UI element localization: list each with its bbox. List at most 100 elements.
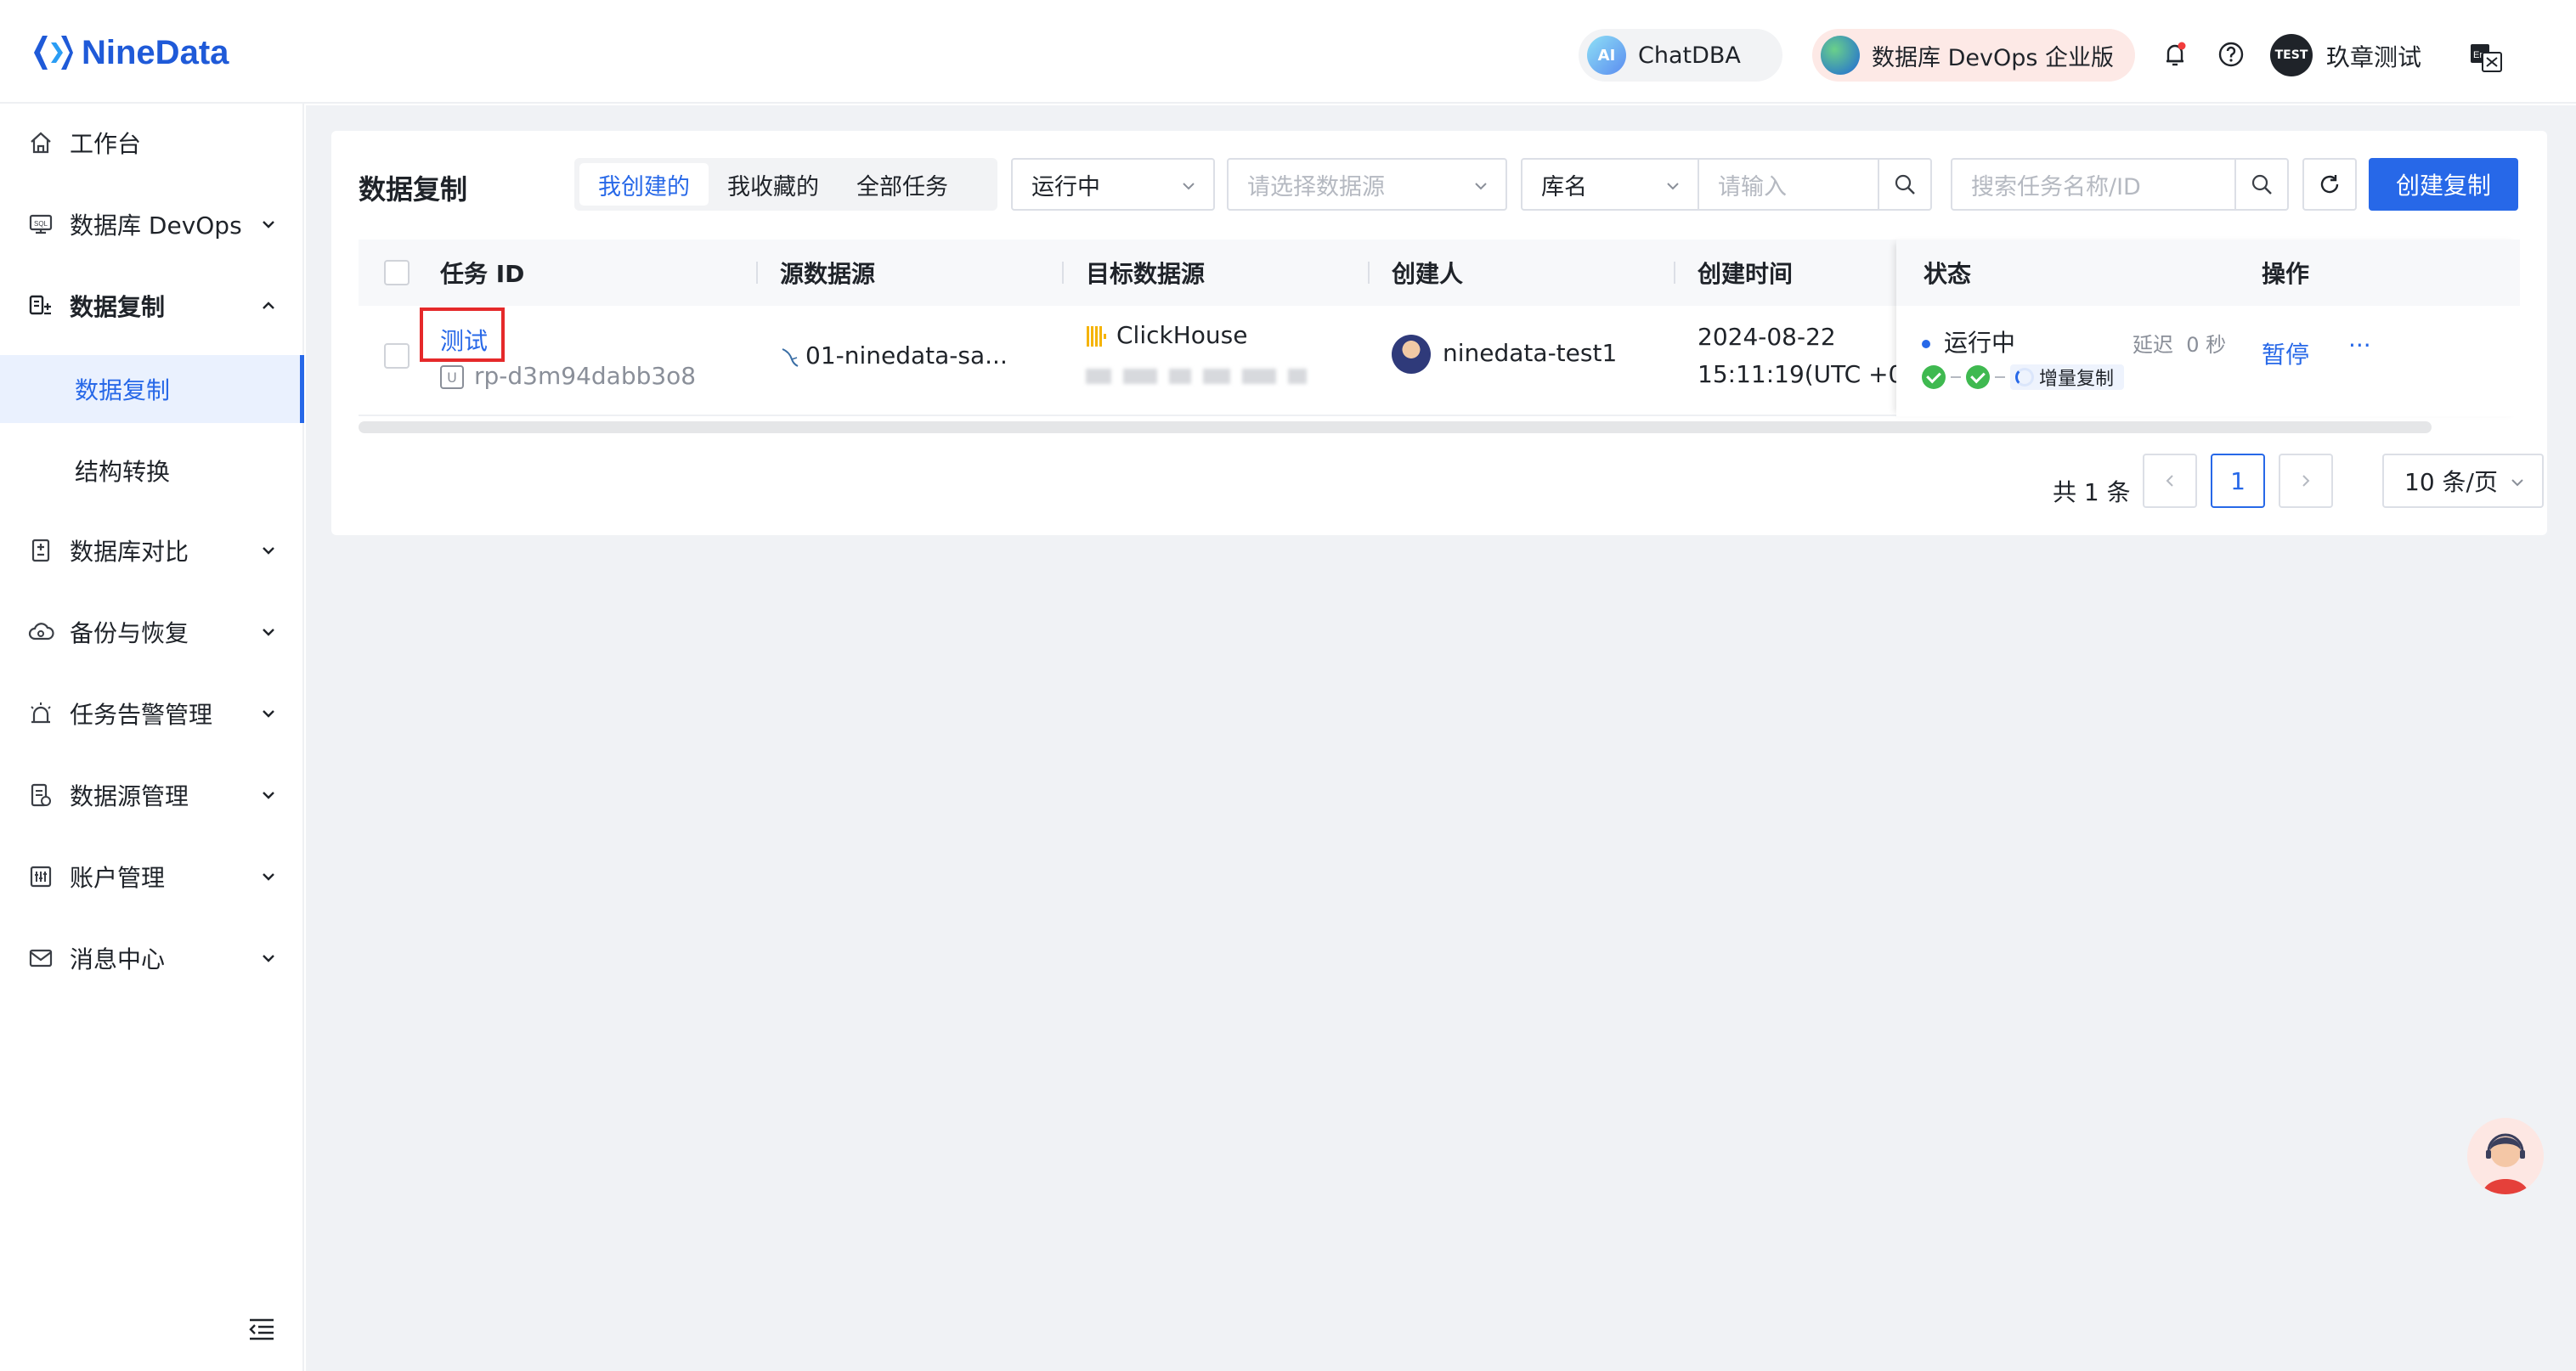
sidebar-subitem-structure-conversion[interactable]: 结构转换: [0, 437, 304, 505]
status-dot: [1922, 340, 1930, 348]
backup-icon: [28, 623, 54, 640]
select-all-checkbox[interactable]: [384, 260, 410, 285]
prev-page-button[interactable]: [2143, 454, 2197, 508]
chevron-down-icon: [263, 221, 274, 228]
page-title: 数据复制: [359, 173, 468, 206]
source-name: 01-ninedata-sa...: [805, 341, 1008, 370]
sidebar-item-label: 账户管理: [70, 864, 166, 892]
sidebar-item-replication[interactable]: 数据复制: [0, 272, 304, 340]
created-date: 2024-08-22: [1698, 323, 1836, 351]
column-creator[interactable]: 创建人: [1392, 240, 1463, 306]
user-name[interactable]: 玖章测试: [2326, 39, 2421, 73]
replication-panel: 数据复制 我创建的 我收藏的 全部任务 运行中 请选择数据源 库名 请输入 搜索…: [331, 131, 2547, 535]
sidebar-item-workbench[interactable]: 工作台: [0, 109, 304, 177]
language-switch-icon[interactable]: En: [2469, 41, 2503, 73]
pause-button[interactable]: 暂停: [2262, 336, 2309, 370]
sidebar-item-devops[interactable]: SQL 数据库 DevOps: [0, 190, 304, 258]
chevron-down-icon: [2511, 479, 2523, 487]
refresh-button[interactable]: [2302, 158, 2357, 211]
sidebar-item-messages[interactable]: 消息中心: [0, 924, 304, 992]
logo[interactable]: NineData: [31, 31, 229, 75]
horizontal-scrollbar[interactable]: [359, 421, 2432, 433]
chevron-down-icon: [263, 955, 274, 962]
search-icon: [1895, 174, 1915, 195]
task-name-link[interactable]: 测试: [440, 323, 488, 357]
column-divider[interactable]: [756, 262, 758, 284]
account-icon: [30, 866, 52, 888]
target-name: ClickHouse: [1116, 321, 1248, 349]
devops-edition-button[interactable]: 数据库 DevOps 企业版: [1812, 29, 2135, 82]
customer-service-avatar[interactable]: [2467, 1118, 2544, 1194]
column-target[interactable]: 目标数据源: [1086, 240, 1205, 306]
column-divider[interactable]: [1368, 262, 1370, 284]
tab-created-by-me[interactable]: 我创建的: [579, 163, 709, 206]
creator-name: ninedata-test1: [1443, 339, 1618, 367]
check-circle-icon: [1922, 365, 1946, 389]
sidebar-subitem-replication[interactable]: 数据复制: [0, 355, 304, 423]
chatdba-button[interactable]: AI ChatDBA: [1579, 29, 1782, 82]
loading-icon: [2015, 368, 2034, 386]
task-search-input[interactable]: 搜索任务名称/ID: [1951, 158, 2236, 211]
chevron-down-icon: [263, 710, 274, 718]
sidebar: 工作台 SQL 数据库 DevOps 数据复制 数据复制 结构转换 数据库对比 …: [0, 104, 304, 1371]
column-divider[interactable]: [1062, 262, 1064, 284]
row-checkbox[interactable]: [384, 343, 410, 369]
home-icon: [31, 132, 51, 154]
page-size-value: 10 条/页: [2404, 468, 2498, 496]
sidebar-item-label: 数据源管理: [70, 782, 189, 810]
chevron-down-icon: [263, 792, 274, 799]
user-avatar[interactable]: TEST: [2270, 34, 2313, 76]
compare-icon: [31, 539, 50, 562]
chevron-down-icon: [1475, 183, 1487, 190]
column-source[interactable]: 源数据源: [780, 240, 875, 306]
logo-text: NineData: [82, 33, 229, 71]
mysql-icon: [782, 348, 799, 367]
create-replication-button[interactable]: 创建复制: [2369, 158, 2518, 211]
sidebar-item-label: 消息中心: [70, 945, 166, 973]
sidebar-item-datasource[interactable]: 数据源管理: [0, 761, 304, 829]
field-select[interactable]: 库名: [1521, 158, 1699, 211]
main-content: 数据复制 我创建的 我收藏的 全部任务 运行中 请选择数据源 库名 请输入 搜索…: [306, 105, 2576, 1371]
sidebar-item-backup[interactable]: 备份与恢复: [0, 598, 304, 666]
column-divider[interactable]: [1674, 262, 1675, 284]
search-icon: [2251, 174, 2272, 195]
page-button[interactable]: 1: [2211, 454, 2265, 508]
incremental-phase-tag: 增量复制: [2010, 364, 2125, 390]
target-cell[interactable]: ClickHouse: [1086, 321, 1247, 350]
task-id-cell: Urp-d3m94dabb3o8: [440, 362, 696, 390]
delay-value: 0 秒: [2186, 333, 2227, 357]
column-actions: 操作: [2262, 260, 2310, 288]
column-created-time[interactable]: 创建时间: [1698, 240, 1793, 306]
tab-favorites[interactable]: 我收藏的: [709, 163, 838, 206]
value-search-button[interactable]: [1878, 158, 1932, 211]
delay-cell: 延迟 0 秒: [2133, 328, 2226, 358]
phase-progress[interactable]: 增量复制: [1922, 362, 2125, 390]
value-input[interactable]: 请输入: [1698, 158, 1879, 211]
ai-icon: AI: [1587, 36, 1626, 75]
sidebar-item-label: 任务告警管理: [70, 701, 213, 729]
source-cell[interactable]: 01-ninedata-sa...: [780, 341, 1008, 370]
tab-all-tasks[interactable]: 全部任务: [838, 163, 967, 206]
next-page-button[interactable]: [2279, 454, 2333, 508]
sidebar-item-compare[interactable]: 数据库对比: [0, 516, 304, 584]
help-icon[interactable]: [2216, 39, 2246, 70]
chevron-down-icon: [1183, 183, 1195, 190]
column-status[interactable]: 状态: [1924, 240, 1971, 306]
sidebar-item-account[interactable]: 账户管理: [0, 843, 304, 911]
status-select[interactable]: 运行中: [1011, 158, 1215, 211]
chevron-down-icon: [263, 629, 274, 636]
more-actions-button[interactable]: ···: [2348, 331, 2371, 359]
chevron-down-icon: [263, 547, 274, 555]
sidebar-item-label: 数据库对比: [70, 538, 189, 566]
datasource-select[interactable]: 请选择数据源: [1227, 158, 1507, 211]
devops-icon: SQL: [29, 214, 53, 234]
collapse-sidebar-icon[interactable]: [246, 1317, 277, 1342]
sidebar-item-alarm[interactable]: 任务告警管理: [0, 680, 304, 748]
chevron-down-icon: [263, 873, 274, 881]
datasource-select-placeholder: 请选择数据源: [1247, 173, 1385, 200]
task-search-button[interactable]: [2234, 158, 2289, 211]
task-id-text[interactable]: rp-d3m94dabb3o8: [474, 362, 696, 390]
column-task-id[interactable]: 任务 ID: [440, 240, 524, 306]
bell-icon[interactable]: [2160, 39, 2190, 70]
page-size-select[interactable]: 10 条/页: [2382, 454, 2544, 508]
